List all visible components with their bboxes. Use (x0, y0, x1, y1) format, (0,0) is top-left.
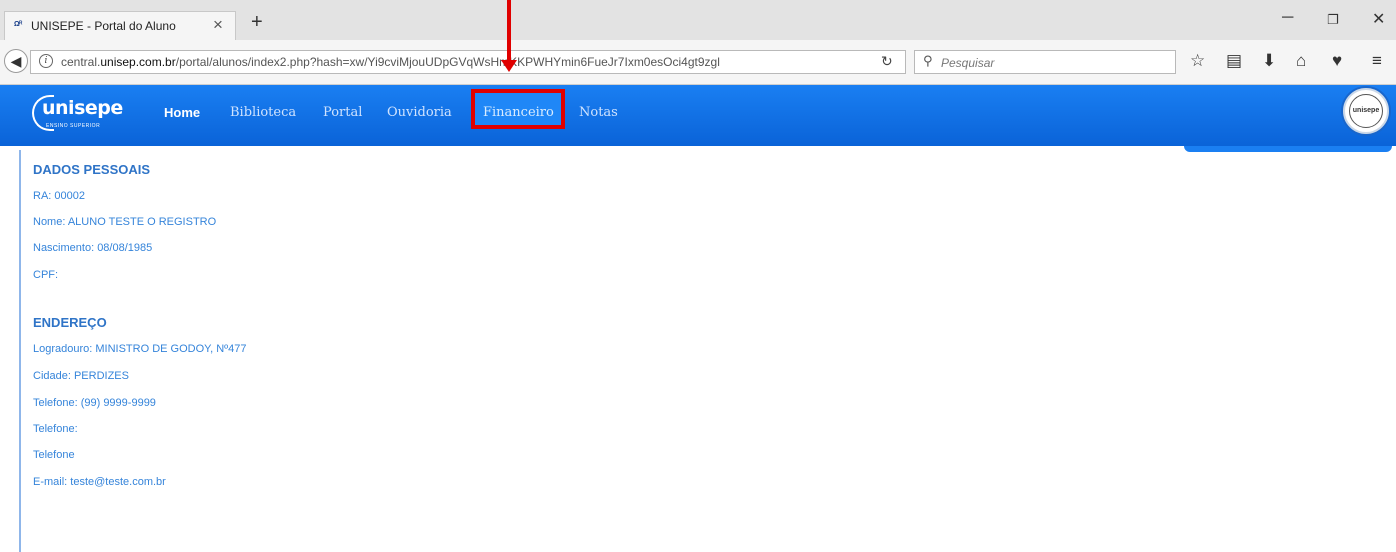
annotation-arrow-shaft (507, 0, 511, 62)
nav-biblioteca[interactable]: Biblioteca (230, 105, 296, 120)
avatar[interactable]: unisepe (1343, 88, 1389, 134)
new-tab-icon[interactable]: + (251, 12, 263, 32)
home-icon[interactable]: ⌂ (1296, 51, 1306, 71)
logo-text: unisepe (42, 97, 123, 119)
avatar-logo: unisepe (1349, 94, 1383, 128)
address-bar[interactable]: i central.unisep.com.br/portal/alunos/in… (30, 50, 906, 74)
info-icon[interactable]: i (39, 54, 53, 68)
ra-field: RA: 00002 (33, 190, 85, 202)
favicon-icon: Ωᴿ (14, 21, 22, 28)
dados-pessoais-title: DADOS PESSOAIS (33, 162, 151, 177)
restore-icon[interactable]: ❐ (1327, 12, 1339, 28)
header-dropdown-tab (1184, 146, 1392, 152)
window-close-icon[interactable]: ✕ (1372, 9, 1385, 29)
minimize-icon[interactable]: ─ (1282, 9, 1293, 27)
search-icon: ⚲ (923, 53, 933, 68)
tab-title: UNISEPE - Portal do Aluno (31, 19, 176, 33)
back-arrow-icon[interactable]: ◀ (4, 49, 28, 73)
browser-tab-strip: Ωᴿ UNISEPE - Portal do Aluno × + ─ ❐ ✕ (0, 0, 1396, 40)
browser-toolbar: ◀ i central.unisep.com.br/portal/alunos/… (0, 40, 1396, 85)
telefone-field-3: Telefone (33, 449, 75, 461)
annotation-arrow-icon (501, 60, 517, 72)
bookmark-star-icon[interactable]: ☆ (1190, 51, 1205, 71)
reader-list-icon[interactable]: ▤ (1226, 51, 1242, 71)
logradouro-field: Logradouro: MINISTRO DE GODOY, Nº477 (33, 343, 247, 355)
nascimento-field: Nascimento: 08/08/1985 (33, 242, 153, 254)
nav-portal[interactable]: Portal (323, 105, 362, 120)
nav-notas[interactable]: Notas (579, 105, 618, 120)
nav-ouvidoria[interactable]: Ouvidoria (387, 105, 452, 120)
telefone-field-1: Telefone: (99) 9999-9999 (33, 397, 156, 409)
email-field: E-mail: teste@teste.com.br (33, 476, 166, 488)
endereco-title: ENDEREÇO (33, 315, 107, 330)
nome-field: Nome: ALUNO TESTE O REGISTRO (33, 216, 217, 228)
nav-home[interactable]: Home (164, 105, 200, 120)
search-input[interactable]: ⚲ Pesquisar (914, 50, 1176, 74)
cpf-field: CPF: (33, 269, 59, 281)
pocket-icon[interactable]: ♥ (1332, 51, 1342, 71)
download-icon[interactable]: ⬇ (1262, 51, 1276, 71)
content-left-border (19, 150, 21, 552)
unisepe-logo[interactable]: unisepe ENSINO SUPERIOR (32, 95, 132, 135)
telefone-field-2: Telefone: (33, 423, 78, 435)
search-placeholder: Pesquisar (941, 56, 995, 70)
nav-financeiro[interactable]: Financeiro (471, 89, 565, 129)
nav-financeiro-label: Financeiro (483, 105, 554, 120)
reload-icon[interactable]: ↻ (881, 53, 893, 70)
menu-icon[interactable]: ≡ (1372, 51, 1382, 71)
logo-subtitle: ENSINO SUPERIOR (46, 123, 101, 129)
browser-tab[interactable]: Ωᴿ UNISEPE - Portal do Aluno × (4, 11, 236, 40)
url-text: central.unisep.com.br/portal/alunos/inde… (61, 55, 720, 69)
site-header: unisepe ENSINO SUPERIOR Home Biblioteca … (0, 85, 1396, 146)
cidade-field: Cidade: PERDIZES (33, 370, 129, 382)
close-tab-icon[interactable]: × (213, 15, 223, 35)
